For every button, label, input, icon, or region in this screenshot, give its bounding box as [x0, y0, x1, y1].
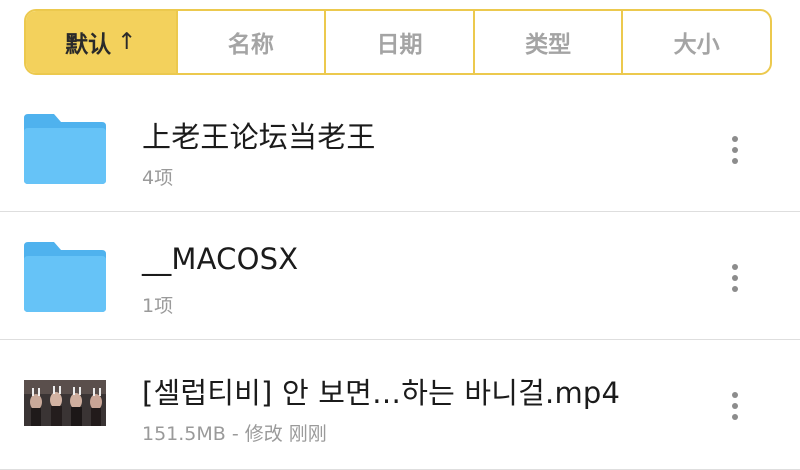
- sort-tab-type[interactable]: 类型: [472, 11, 622, 73]
- sort-tab-label: 类型: [525, 32, 572, 58]
- sort-tab-size[interactable]: 大小: [621, 11, 770, 73]
- file-row-folder[interactable]: 上老王论坛当老王 4项: [0, 84, 800, 212]
- sort-tab-name[interactable]: 名称: [175, 11, 325, 73]
- sort-tab-default[interactable]: 默认 ↑: [26, 11, 176, 73]
- file-row-video[interactable]: [셀럽티비] 안 보면…하는 바니걸.mp4 151.5MB - 修改 刚刚: [0, 340, 800, 470]
- more-options-icon[interactable]: [718, 258, 752, 298]
- file-name: 上老王论坛当老王: [142, 120, 376, 154]
- file-meta: 4项: [142, 167, 174, 189]
- sort-bar: 默认 ↑ 名称 日期 类型 大小: [24, 9, 772, 75]
- file-meta: 1项: [142, 295, 174, 317]
- more-options-icon[interactable]: [718, 386, 752, 426]
- file-name: [셀럽티비] 안 보면…하는 바니걸.mp4: [142, 376, 621, 410]
- video-thumbnail: [24, 380, 106, 426]
- sort-tab-date[interactable]: 日期: [324, 11, 473, 73]
- file-list: 上老王论坛当老王 4项 __MACOSX 1项 [셀럽티비] 안 보면…하는 바…: [0, 84, 800, 470]
- sort-tab-label: 默认: [65, 32, 112, 58]
- folder-icon: [24, 114, 106, 184]
- file-row-folder[interactable]: __MACOSX 1项: [0, 212, 800, 340]
- sort-tab-label: 日期: [376, 32, 423, 58]
- folder-icon: [24, 242, 106, 312]
- file-meta: 151.5MB - 修改 刚刚: [142, 423, 327, 445]
- sort-ascending-icon: ↑: [117, 29, 137, 55]
- sort-tab-label: 名称: [227, 32, 274, 58]
- more-options-icon[interactable]: [718, 130, 752, 170]
- sort-tab-label: 大小: [673, 32, 720, 58]
- file-name: __MACOSX: [142, 242, 299, 276]
